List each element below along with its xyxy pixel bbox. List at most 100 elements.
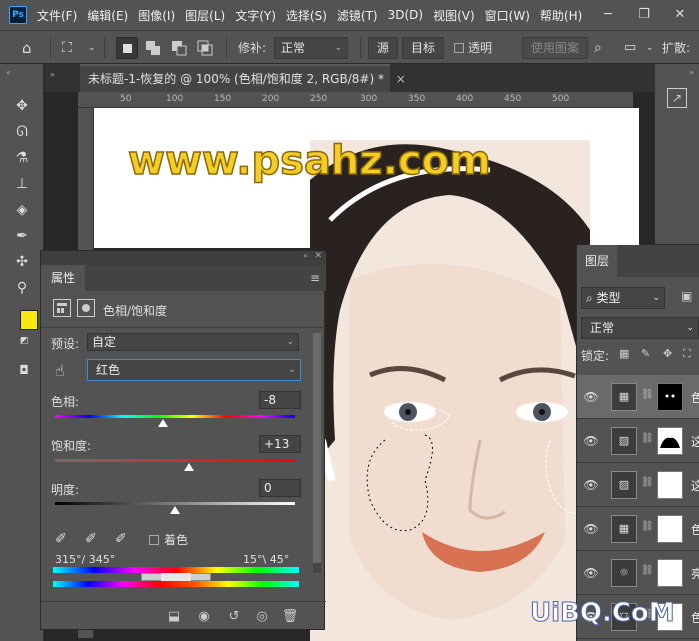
layer-mask-icon[interactable] [77, 299, 95, 317]
panel-menu-icon[interactable]: ≡ [310, 271, 320, 285]
menu-filter[interactable]: 滤镜(T) [337, 7, 378, 24]
workspace-icon[interactable]: ▭ [624, 37, 636, 59]
layer-row[interactable]: 👁 ▨ ⛓ 这 [577, 419, 699, 463]
chevron-down-icon: ⌄ [288, 365, 296, 375]
layer-row[interactable]: 👁 ▨ ⛓ 这 [577, 463, 699, 507]
menu-edit[interactable]: 编辑(E) [87, 7, 128, 24]
menu-type[interactable]: 文字(Y) [235, 7, 276, 24]
patch-tool-icon[interactable]: ⛶ [62, 37, 72, 59]
preset-select[interactable]: 自定 ⌄ [87, 333, 299, 351]
workspace-chevron-icon[interactable]: ⌄ [646, 37, 654, 59]
intersect-selection-button[interactable] [194, 37, 216, 59]
menu-layer[interactable]: 图层(L) [185, 7, 225, 24]
layer-row[interactable]: 👁 ▦ ⛓ 色 [577, 375, 699, 419]
tab-layers[interactable]: 图层 [577, 245, 617, 277]
history-panel-icon[interactable]: ↗ [667, 88, 687, 108]
layer-mask-thumbnail[interactable] [657, 515, 683, 543]
eye-icon[interactable]: 👁 [583, 433, 599, 449]
tab-properties[interactable]: 属性 [41, 265, 85, 291]
collapse-icon[interactable]: « [6, 68, 11, 77]
source-button[interactable]: 源 [368, 37, 398, 59]
eye-icon[interactable]: 👁 [583, 565, 599, 581]
repair-mode-select[interactable]: 正常 ⌄ [274, 37, 348, 59]
lightness-input[interactable]: 0 [259, 479, 301, 497]
menu-file[interactable]: 文件(F) [37, 7, 77, 24]
layer-mask-thumbnail[interactable] [657, 559, 683, 587]
eye-icon[interactable]: 👁 [583, 477, 599, 493]
lock-artboard-icon[interactable]: ⛶ [683, 347, 691, 361]
layer-row[interactable]: 👁 ▦ ⛓ 色 [577, 507, 699, 551]
visibility-eye-icon[interactable]: ◎ [253, 608, 271, 626]
add-selection-button[interactable] [142, 37, 164, 59]
menu-3d[interactable]: 3D(D) [388, 8, 423, 22]
new-selection-button[interactable] [116, 37, 138, 59]
eyedropper-tool-icon[interactable]: ⚗ [12, 148, 32, 168]
zoom-tool-icon[interactable]: ⚲ [12, 278, 32, 298]
eyedropper-subtract-icon[interactable]: ✐ [115, 531, 127, 547]
foreground-color-swatch[interactable] [20, 310, 38, 330]
hue-slider-track[interactable] [55, 415, 295, 418]
menu-image[interactable]: 图像(I) [138, 7, 175, 24]
eyedropper-icon[interactable]: ✐ [55, 531, 67, 547]
subtract-selection-button[interactable] [168, 37, 190, 59]
home-icon[interactable]: ⌂ [22, 37, 32, 59]
clip-to-layer-icon[interactable]: ⬓ [165, 608, 183, 626]
lock-position-icon[interactable]: ✥ [663, 347, 672, 360]
tool-preset-chevron-icon[interactable]: ⌄ [88, 37, 96, 59]
minimize-icon[interactable]: ─ [590, 0, 626, 30]
hue-input[interactable]: -8 [259, 391, 301, 409]
document-tab[interactable]: 未标题-1-恢复的 @ 100% (色相/饱和度 2, RGB/8#) * × [80, 64, 406, 92]
expand-icon[interactable]: » [44, 64, 80, 92]
restore-icon[interactable]: ❐ [626, 0, 662, 30]
view-previous-icon[interactable]: ◉ [195, 608, 213, 626]
menu-help[interactable]: 帮助(H) [540, 7, 582, 24]
menu-view[interactable]: 视图(V) [433, 7, 475, 24]
hue-slider-thumb[interactable] [158, 419, 168, 427]
collapse-right-icon[interactable]: » [689, 68, 694, 77]
stamp-tool-icon[interactable]: ⊥ [12, 174, 32, 194]
transparent-checkbox[interactable]: 透明 [454, 37, 492, 59]
layer-mask-thumbnail[interactable] [657, 383, 683, 411]
lightness-slider-track[interactable] [55, 502, 295, 505]
colorize-checkbox[interactable]: 着色 [149, 531, 188, 548]
layer-name: 这 [691, 479, 699, 493]
quick-mask-icon[interactable]: ◘ [14, 360, 34, 380]
menu-window[interactable]: 窗口(W) [485, 7, 530, 24]
trash-icon[interactable]: 🗑 [281, 608, 299, 626]
layer-row[interactable]: 👁 ☼ ⛓ 亮 [577, 551, 699, 595]
saturation-slider-thumb[interactable] [184, 463, 195, 471]
filter-image-icon[interactable]: ▣ [681, 289, 692, 303]
options-bar: ⌂ ⛶ ⌄ 修补: 正常 ⌄ 源 目标 透明 使用图案 ⌕ ▭ ⌄ 扩散: [0, 30, 699, 64]
lightness-slider-thumb[interactable] [170, 506, 180, 514]
layer-filter-select[interactable]: ⌕ 类型 ⌄ [581, 287, 665, 309]
layer-mask-thumbnail[interactable] [657, 427, 683, 455]
target-button[interactable]: 目标 [402, 37, 444, 59]
reset-icon[interactable]: ↺ [225, 608, 243, 626]
close-panel-icon[interactable]: ✕ [314, 251, 322, 261]
channel-select[interactable]: 红色 ⌄ [87, 359, 301, 381]
eye-icon[interactable]: 👁 [583, 389, 599, 405]
close-tab-icon[interactable]: × [396, 72, 406, 86]
close-window-icon[interactable]: ✕ [662, 0, 698, 30]
lasso-tool-icon[interactable]: ᘏ [12, 122, 32, 142]
saturation-input[interactable]: +13 [259, 435, 301, 453]
layer-mask-thumbnail[interactable] [657, 471, 683, 499]
menu-select[interactable]: 选择(S) [286, 7, 327, 24]
collapse-panel-icon[interactable]: « [303, 251, 308, 260]
search-icon[interactable]: ⌕ [594, 37, 602, 59]
eye-icon[interactable]: 👁 [583, 521, 599, 537]
move-tool-icon[interactable]: ✥ [12, 96, 32, 116]
targeted-adjustment-hand-icon[interactable]: ☝ [55, 361, 65, 380]
use-pattern-button[interactable]: 使用图案 [522, 37, 588, 59]
blend-mode-select[interactable]: 正常 ⌄ [581, 317, 699, 339]
pen-tool-icon[interactable]: ✒ [12, 226, 32, 246]
saturation-slider-track[interactable] [55, 459, 295, 462]
color-range-slider[interactable] [53, 573, 299, 581]
lock-transparent-icon[interactable]: ▦ [619, 347, 629, 360]
bucket-tool-icon[interactable]: ◈ [12, 200, 32, 220]
puppet-tool-icon[interactable]: ✣ [12, 252, 32, 272]
lock-pixels-icon[interactable]: ✎ [641, 347, 650, 360]
properties-scrollbar[interactable] [313, 333, 321, 573]
eyedropper-add-icon[interactable]: ✐ [85, 531, 97, 547]
swap-colors-icon[interactable]: ◩ [20, 336, 29, 346]
